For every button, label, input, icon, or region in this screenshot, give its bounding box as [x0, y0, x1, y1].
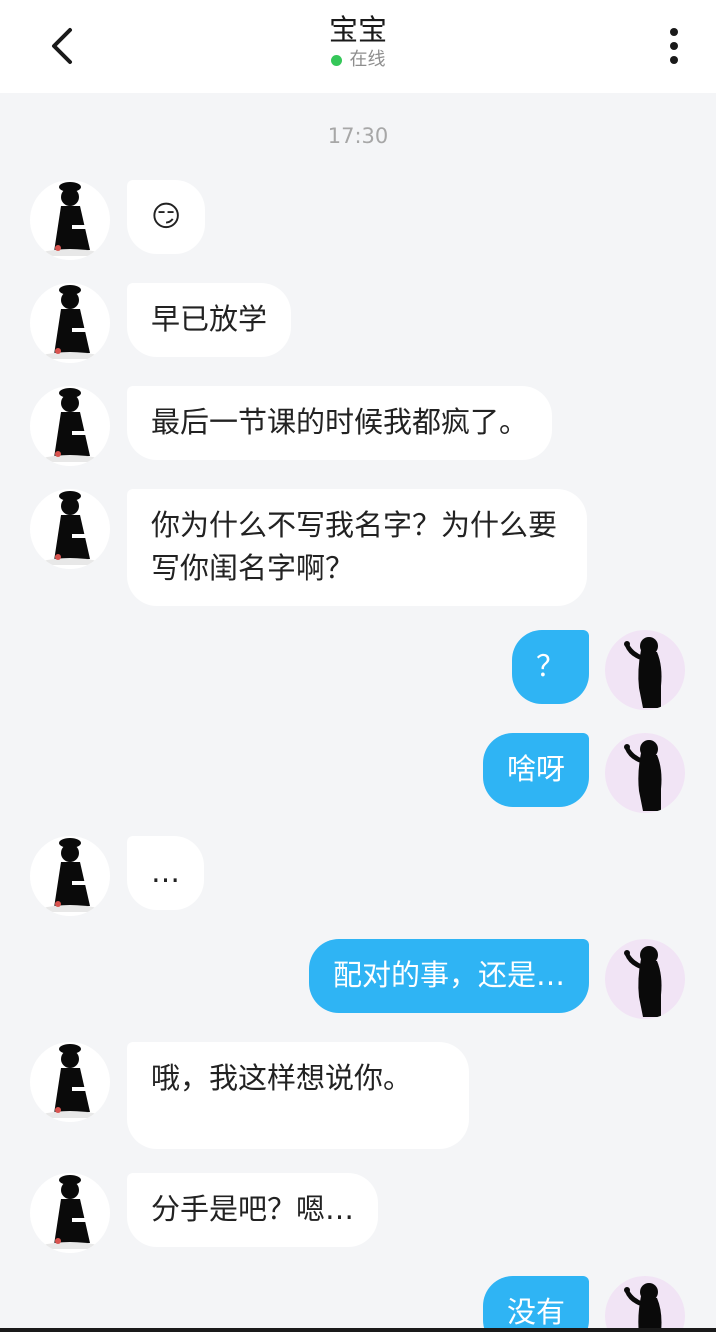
user-avatar[interactable] — [605, 1276, 685, 1332]
message-timestamp: 17:30 — [327, 124, 389, 148]
contact-avatar[interactable] — [30, 1042, 110, 1122]
contact-avatar[interactable] — [30, 836, 110, 916]
message-bubble-outgoing[interactable]: 配对的事，还是… — [308, 939, 589, 1013]
message-list[interactable]: 17:30 😏 早已放学 最后一节课的时候我都疯了。 你为什么不写我名字？为什么… — [0, 93, 716, 1332]
message-bubble-incoming[interactable]: 你为什么不写我名字？为什么要写你闺名字啊？ — [127, 489, 587, 606]
message-bubble-incoming[interactable]: 分手是吧？嗯… — [127, 1173, 379, 1247]
online-status: 在线 — [330, 48, 386, 72]
message-bubble-incoming[interactable]: 早已放学 — [127, 283, 292, 357]
contact-name: 宝宝 — [328, 13, 387, 47]
user-avatar[interactable] — [605, 939, 685, 1019]
contact-avatar[interactable] — [30, 489, 110, 569]
screen-edge-divider — [0, 1328, 716, 1332]
more-vertical-icon — [670, 28, 678, 64]
message-bubble-incoming[interactable]: 😏 — [127, 180, 206, 254]
more-options-button[interactable] — [652, 22, 696, 70]
user-avatar[interactable] — [605, 733, 685, 813]
message-bubble-incoming[interactable]: … — [127, 836, 204, 910]
message-bubble-incoming[interactable]: 哦，我这样想说你。 — [127, 1042, 469, 1149]
online-dot-icon — [330, 54, 342, 66]
message-bubble-incoming[interactable]: 最后一节课的时候我都疯了。 — [127, 386, 553, 460]
contact-avatar[interactable] — [30, 180, 110, 260]
contact-avatar[interactable] — [30, 1173, 110, 1253]
message-bubble-outgoing[interactable]: ？ — [511, 630, 589, 704]
status-text: 在线 — [349, 49, 386, 70]
contact-avatar[interactable] — [30, 283, 110, 363]
message-bubble-outgoing[interactable]: 啥呀 — [482, 733, 589, 807]
chat-header: 宝宝 在线 — [0, 0, 716, 93]
message-bubble-outgoing[interactable]: 没有 — [482, 1276, 589, 1332]
contact-avatar[interactable] — [30, 386, 110, 466]
user-avatar[interactable] — [605, 630, 685, 710]
